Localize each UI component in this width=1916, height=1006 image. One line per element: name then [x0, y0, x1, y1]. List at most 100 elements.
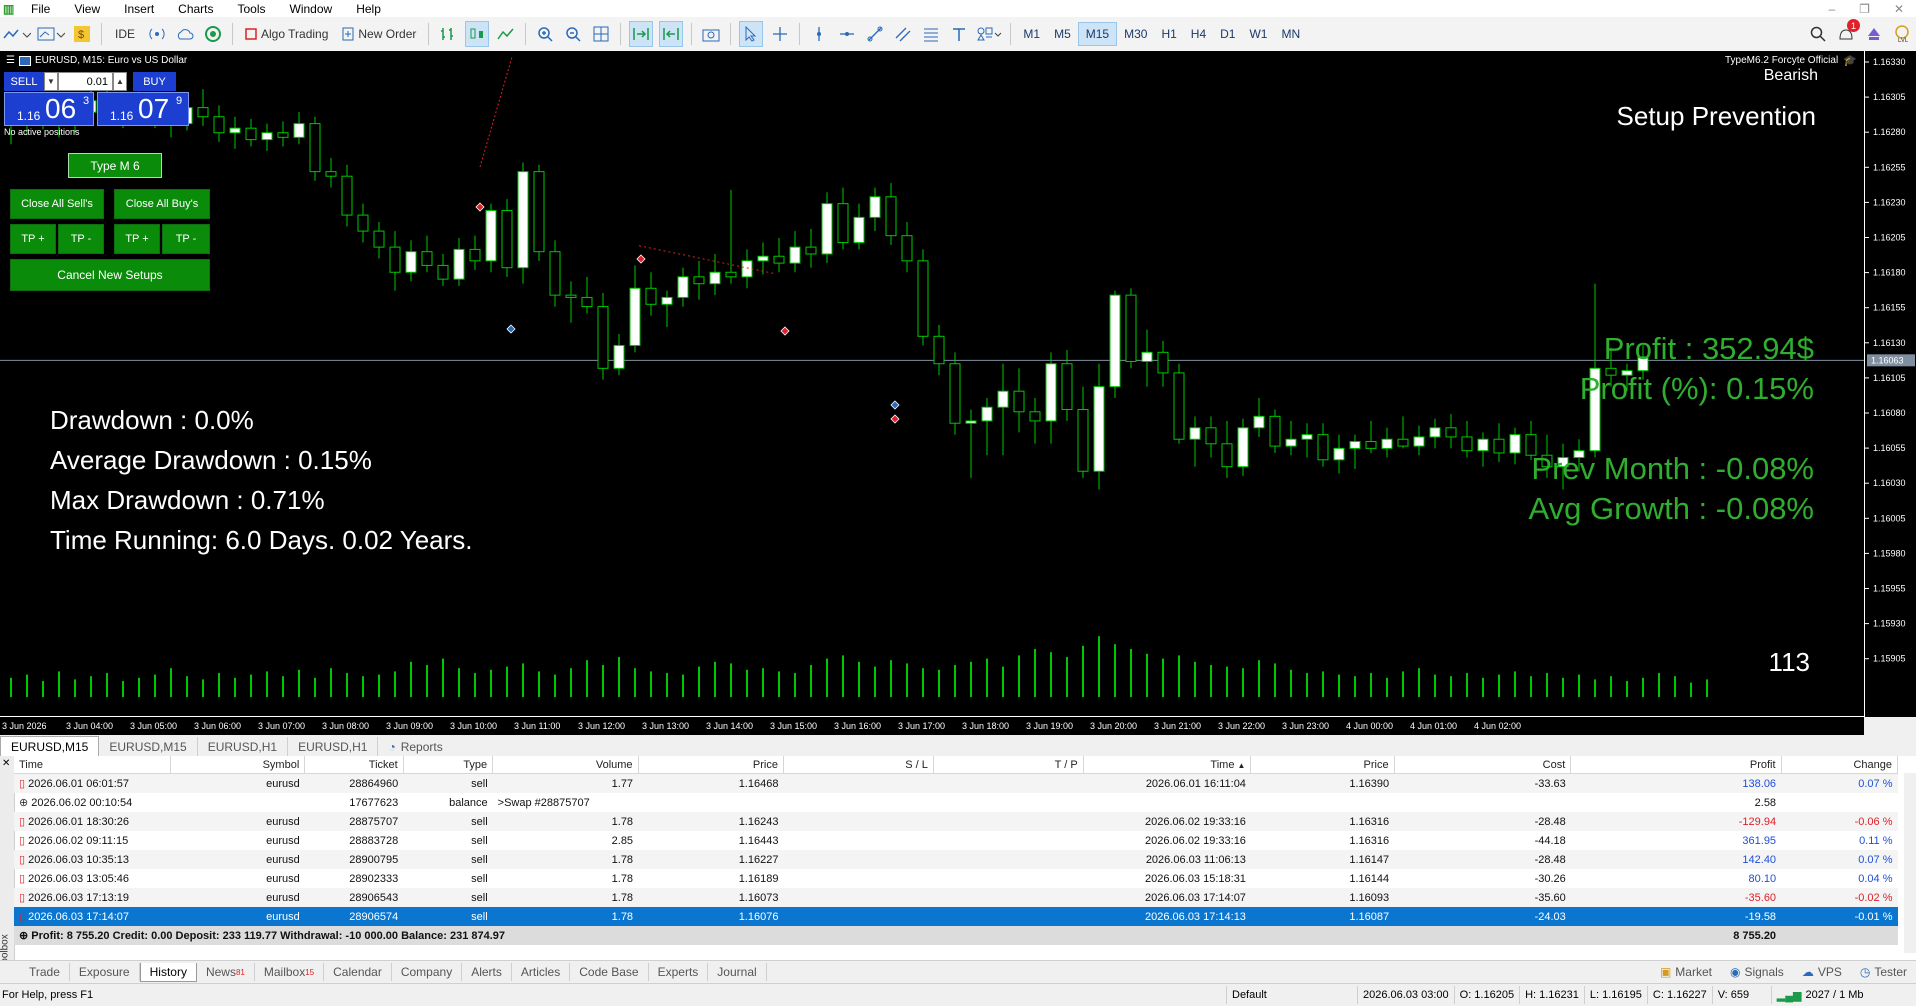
buy-tp-minus-button[interactable]: TP - [162, 224, 210, 254]
line-chart-icon[interactable] [495, 22, 517, 46]
toolbox-close-icon[interactable]: ✕ [2, 758, 10, 769]
cursor-icon[interactable] [739, 21, 764, 47]
type-m6-button[interactable]: Type M 6 [68, 153, 162, 178]
price-axis[interactable]: 1.16330 1.16305 1.16280 1.16255 1.16230 1.162… [1864, 51, 1916, 717]
signals-button[interactable]: ◉ Signals [1721, 963, 1793, 981]
ide-button[interactable]: IDE [110, 22, 140, 46]
minimize-icon[interactable]: – [1816, 2, 1847, 16]
chart-type-line-icon[interactable] [3, 22, 31, 46]
tab-mailbox[interactable]: Mailbox 15 [255, 963, 325, 981]
col-tp[interactable]: T / P [933, 756, 1084, 774]
text-icon[interactable] [948, 22, 970, 46]
chart-shift-icon[interactable] [659, 21, 684, 47]
timeframe-w1[interactable]: W1 [1242, 23, 1274, 45]
close-icon[interactable]: ✕ [1882, 2, 1916, 16]
price-chart[interactable]: ☰ EURUSD, M15: Euro vs US Dollar TypeM6.… [0, 51, 1864, 717]
algo-trading-button[interactable]: Algo Trading [241, 22, 332, 46]
table-row[interactable]: ▯ 2026.06.03 17:13:19 eurusd 28906543 sell 1… [14, 888, 1898, 907]
timeframe-m15[interactable]: M15 [1077, 22, 1118, 46]
volume-input[interactable]: 0.01 [58, 72, 113, 91]
tab-alerts[interactable]: Alerts [462, 963, 512, 981]
col-close-time[interactable]: Time ▲ [1083, 756, 1252, 774]
tab-calendar[interactable]: Calendar [324, 963, 392, 981]
col-price[interactable]: Price [638, 756, 784, 774]
menu-insert[interactable]: Insert [112, 2, 166, 16]
sell-price-box[interactable]: 1.16 06 3 [4, 92, 94, 126]
menu-help[interactable]: Help [344, 2, 393, 16]
market-button[interactable]: ▣ Market [1651, 963, 1721, 981]
account-icon[interactable] [1863, 22, 1885, 46]
chart-menu-icon[interactable]: ☰ [6, 55, 15, 66]
sell-button[interactable]: SELL [4, 72, 44, 91]
timeframe-m1[interactable]: M1 [1016, 23, 1047, 45]
timeframe-mn[interactable]: MN [1274, 23, 1307, 45]
table-row[interactable]: ▯ 2026.06.03 17:14:07 eurusd 28906574 sell 1… [14, 907, 1898, 926]
timeframe-h1[interactable]: H1 [1154, 23, 1183, 45]
cloud-icon[interactable] [174, 22, 196, 46]
close-all-buys-button[interactable]: Close All Buy's [114, 189, 210, 219]
table-row[interactable]: ▯ 2026.06.01 18:30:26 eurusd 28875707 sell 1… [14, 812, 1898, 831]
tab-articles[interactable]: Articles [512, 963, 571, 981]
tab-news[interactable]: News 81 [197, 963, 255, 981]
close-all-sells-button[interactable]: Close All Sell's [10, 189, 104, 219]
bar-chart-icon[interactable] [437, 22, 459, 46]
signal-icon[interactable] [146, 22, 168, 46]
auto-scroll-icon[interactable] [629, 21, 654, 47]
trendline-icon[interactable] [864, 22, 886, 46]
vps-button[interactable]: ☁ VPS [1793, 963, 1851, 981]
buy-tp-plus-button[interactable]: TP + [114, 224, 160, 254]
col-sl[interactable]: S / L [783, 756, 934, 774]
buy-price-box[interactable]: 1.16 07 9 [97, 92, 189, 126]
menu-view[interactable]: View [62, 2, 112, 16]
col-change[interactable]: Change [1781, 756, 1899, 774]
crosshair-icon[interactable] [769, 22, 791, 46]
tester-button[interactable]: ◷ Tester [1851, 963, 1916, 981]
col-symbol[interactable]: Symbol [170, 756, 306, 774]
sell-tp-plus-button[interactable]: TP + [10, 224, 56, 254]
new-order-button[interactable]: New Order [338, 22, 420, 46]
vertical-scrollbar[interactable] [1904, 773, 1916, 953]
tab-code-base[interactable]: Code Base [570, 963, 649, 981]
currency-icon[interactable]: $ [71, 22, 93, 46]
col-cost[interactable]: Cost [1394, 756, 1572, 774]
timeframe-m5[interactable]: M5 [1047, 23, 1078, 45]
notifications-icon[interactable]: 1 [1835, 19, 1860, 46]
col-time[interactable]: Time [14, 756, 172, 774]
tab-eurusd-h1[interactable]: EURUSD,H1 [198, 737, 289, 756]
tab-trade[interactable]: Trade [20, 963, 70, 981]
zoom-out-icon[interactable] [562, 22, 584, 46]
tab-journal[interactable]: Journal [708, 963, 767, 981]
buy-button[interactable]: BUY [133, 72, 176, 91]
menu-file[interactable]: File [19, 2, 62, 16]
tab-eurusd-h1-second[interactable]: EURUSD,H1 [288, 737, 379, 756]
col-close-price[interactable]: Price [1250, 756, 1395, 774]
tab-company[interactable]: Company [392, 963, 463, 981]
tab-eurusd-m15[interactable]: EURUSD,M15 [99, 737, 198, 756]
tile-windows-icon[interactable] [590, 22, 612, 46]
restore-icon[interactable]: ❐ [1847, 2, 1882, 16]
time-axis[interactable]: 3 Jun 2026 3 Jun 04:00 3 Jun 05:00 3 Jun 06… [0, 716, 1864, 735]
menu-tools[interactable]: Tools [226, 2, 278, 16]
level-icon[interactable]: LVL [1891, 22, 1913, 46]
table-row[interactable]: ▯ 2026.06.03 10:35:13 eurusd 28900795 sell 1… [14, 850, 1898, 869]
status-profile[interactable]: Default [1226, 986, 1357, 1004]
zoom-in-icon[interactable] [534, 22, 556, 46]
col-type[interactable]: Type [403, 756, 494, 774]
sell-tp-minus-button[interactable]: TP - [58, 224, 104, 254]
table-row[interactable]: ▯ 2026.06.03 13:05:46 eurusd 28902333 sell 1… [14, 869, 1898, 888]
tab-exposure[interactable]: Exposure [70, 963, 140, 981]
tab-reports[interactable]: ◔ Reports [378, 737, 452, 756]
volume-dropdown-icon[interactable]: ▼ [44, 72, 58, 91]
col-profit[interactable]: Profit [1570, 756, 1782, 774]
horizontal-line-icon[interactable] [836, 22, 858, 46]
vertical-line-icon[interactable] [808, 22, 830, 46]
table-row[interactable]: ⊕ 2026.06.02 00:10:54 17677623 balance >Swa… [14, 793, 1898, 812]
timeframe-h4[interactable]: H4 [1184, 23, 1213, 45]
volume-up-icon[interactable]: ▲ [113, 72, 127, 91]
table-row[interactable]: ▯ 2026.06.01 06:01:57 eurusd 28864960 sell 1… [14, 773, 1898, 793]
search-icon[interactable] [1807, 22, 1829, 46]
candlestick-chart-icon[interactable] [465, 21, 490, 47]
col-volume[interactable]: Volume [492, 756, 639, 774]
screenshot-icon[interactable] [700, 22, 722, 46]
cancel-new-setups-button[interactable]: Cancel New Setups [10, 259, 210, 291]
